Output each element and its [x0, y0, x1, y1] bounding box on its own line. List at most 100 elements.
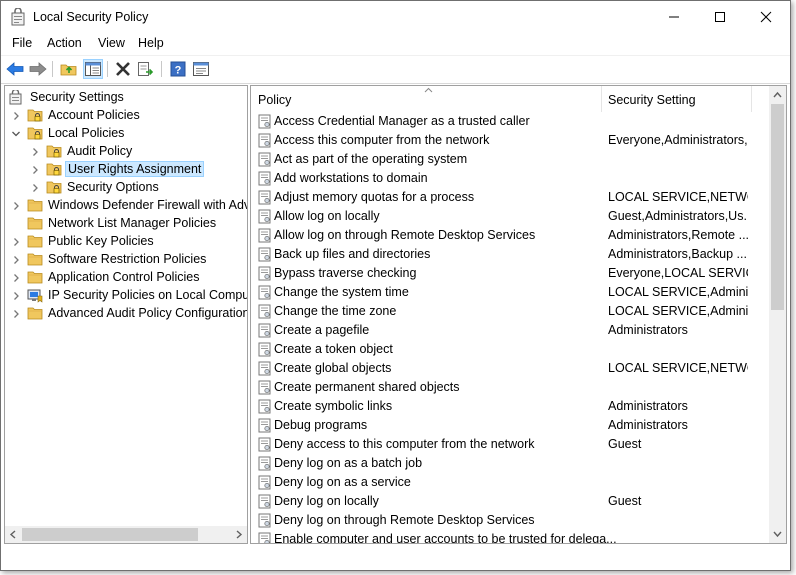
tree-item-label: Security Settings	[30, 90, 124, 104]
policy-row[interactable]: Create symbolic links Administrators	[251, 397, 768, 416]
folder-icon	[27, 306, 44, 321]
menu-action[interactable]: Action	[47, 36, 82, 50]
policy-row[interactable]: Deny log on locally Guest	[251, 492, 768, 511]
security-setting-value: Administrators	[608, 399, 688, 413]
tree-item[interactable]: Audit Policy	[5, 143, 247, 161]
forward-button[interactable]	[29, 60, 47, 78]
policy-row[interactable]: Deny access to this computer from the ne…	[251, 435, 768, 454]
policy-row[interactable]: Access Credential Manager as a trusted c…	[251, 112, 768, 131]
chevron-right-icon[interactable]	[30, 182, 40, 194]
menu-file[interactable]: File	[12, 36, 32, 50]
column-header-security-setting[interactable]: Security Setting	[608, 93, 696, 107]
policy-name: Create permanent shared objects	[274, 380, 460, 394]
up-one-level-button[interactable]	[60, 60, 78, 78]
policy-row[interactable]: Allow log on through Remote Desktop Serv…	[251, 226, 768, 245]
policy-row[interactable]: Act as part of the operating system	[251, 150, 768, 169]
console-tree-pane[interactable]: Security Settings Account Policies Local P…	[4, 85, 248, 544]
policy-row[interactable]: Create a pagefile Administrators	[251, 321, 768, 340]
chevron-right-icon[interactable]	[11, 272, 21, 284]
chevron-right-icon[interactable]	[30, 164, 40, 176]
horizontal-scrollbar[interactable]	[5, 526, 247, 543]
scroll-right-icon[interactable]	[235, 530, 243, 539]
chevron-right-icon[interactable]	[11, 290, 21, 302]
policy-row[interactable]: Deny log on as a batch job	[251, 454, 768, 473]
policy-row[interactable]: Adjust memory quotas for a process LOCAL …	[251, 188, 768, 207]
tree-item[interactable]: Local Policies	[5, 125, 247, 143]
chevron-right-icon[interactable]	[11, 308, 21, 320]
chevron-right-icon[interactable]	[30, 146, 40, 158]
security-setting-value: LOCAL SERVICE,Admini...	[608, 304, 748, 318]
back-button[interactable]	[6, 60, 24, 78]
local-security-policy-icon	[11, 8, 25, 26]
export-list-button[interactable]	[137, 60, 155, 78]
tree-item-label: Application Control Policies	[48, 270, 200, 284]
tree-item[interactable]: Advanced Audit Policy Configuration	[5, 305, 247, 323]
policy-row[interactable]: Bypass traverse checking Everyone,LOCAL S…	[251, 264, 768, 283]
details-pane[interactable]: Policy Security Setting Access Credentia…	[250, 85, 787, 544]
policy-icon	[258, 114, 272, 129]
policy-row[interactable]: Create a token object	[251, 340, 768, 359]
show-hide-console-tree-button[interactable]	[83, 59, 103, 79]
security-setting-value: Administrators,Remote ...	[608, 228, 748, 242]
column-header-policy[interactable]: Policy	[258, 93, 291, 107]
tree-item[interactable]: Network List Manager Policies	[5, 215, 247, 233]
policy-row[interactable]: Create permanent shared objects	[251, 378, 768, 397]
policy-row[interactable]: Change the time zone LOCAL SERVICE,Admini…	[251, 302, 768, 321]
policy-row[interactable]: Back up files and directories Administrat…	[251, 245, 768, 264]
tree-item[interactable]: Security Settings	[5, 88, 247, 107]
column-divider[interactable]	[751, 86, 752, 112]
security-setting-value: Everyone,LOCAL SERVIC...	[608, 266, 748, 280]
policy-row[interactable]: Debug programs Administrators	[251, 416, 768, 435]
policy-icon	[258, 152, 272, 167]
policy-row[interactable]: Add workstations to domain	[251, 169, 768, 188]
policy-icon	[258, 209, 272, 224]
scroll-up-icon[interactable]	[773, 91, 782, 99]
policy-name: Create global objects	[274, 361, 392, 375]
tree-item[interactable]: Security Options	[5, 179, 247, 197]
tree-item[interactable]: User Rights Assignment	[5, 161, 247, 179]
menu-view[interactable]: View	[98, 36, 125, 50]
tree-item[interactable]: Application Control Policies	[5, 269, 247, 287]
delete-button[interactable]	[114, 60, 132, 78]
vertical-scrollbar[interactable]	[769, 86, 786, 543]
maximize-icon	[715, 12, 725, 22]
minimize-button[interactable]	[651, 1, 697, 33]
policy-row[interactable]: Deny log on through Remote Desktop Servi…	[251, 511, 768, 530]
show-hide-tree-icon	[85, 62, 101, 76]
policy-row[interactable]: Create global objects LOCAL SERVICE,NETWO…	[251, 359, 768, 378]
close-button[interactable]	[743, 1, 789, 33]
policy-name: Act as part of the operating system	[274, 152, 468, 166]
policy-row[interactable]: Allow log on locally Guest,Administrators…	[251, 207, 768, 226]
horizontal-scroll-thumb[interactable]	[22, 528, 198, 541]
policy-row[interactable]: Deny log on as a service	[251, 473, 768, 492]
maximize-button[interactable]	[697, 1, 743, 33]
scroll-down-icon[interactable]	[773, 530, 782, 538]
tree-item-label: Public Key Policies	[48, 234, 154, 248]
delete-icon	[116, 62, 130, 76]
tree-item[interactable]: Account Policies	[5, 107, 247, 125]
vertical-scroll-thumb[interactable]	[771, 104, 784, 310]
chevron-right-icon[interactable]	[11, 254, 21, 266]
scroll-left-icon[interactable]	[9, 530, 17, 539]
policy-row[interactable]: Change the system time LOCAL SERVICE,Admi…	[251, 283, 768, 302]
tree-item[interactable]: Public Key Policies	[5, 233, 247, 251]
security-settings-icon	[9, 88, 26, 105]
chevron-right-icon[interactable]	[11, 236, 21, 248]
column-divider[interactable]	[601, 86, 602, 112]
tree-item[interactable]: IP Security Policies on Local Compute	[5, 287, 247, 305]
menu-help[interactable]: Help	[138, 36, 164, 50]
chevron-right-icon[interactable]	[11, 110, 21, 122]
policy-icon	[258, 475, 272, 490]
chevron-right-icon[interactable]	[11, 200, 21, 212]
policy-name: Access this computer from the network	[274, 133, 490, 147]
policy-row[interactable]: Access this computer from the network Eve…	[251, 131, 768, 150]
properties-button[interactable]	[192, 60, 210, 78]
policy-icon	[258, 285, 272, 300]
policy-name: Access Credential Manager as a trusted c…	[274, 114, 530, 128]
tree-item[interactable]: Windows Defender Firewall with Adva	[5, 197, 247, 215]
tree-item[interactable]: Software Restriction Policies	[5, 251, 247, 269]
window-title: Local Security Policy	[33, 10, 149, 24]
policy-row[interactable]: Enable computer and user accounts to be …	[251, 530, 768, 543]
chevron-down-icon[interactable]	[11, 128, 21, 140]
help-button[interactable]: ?	[169, 60, 187, 78]
